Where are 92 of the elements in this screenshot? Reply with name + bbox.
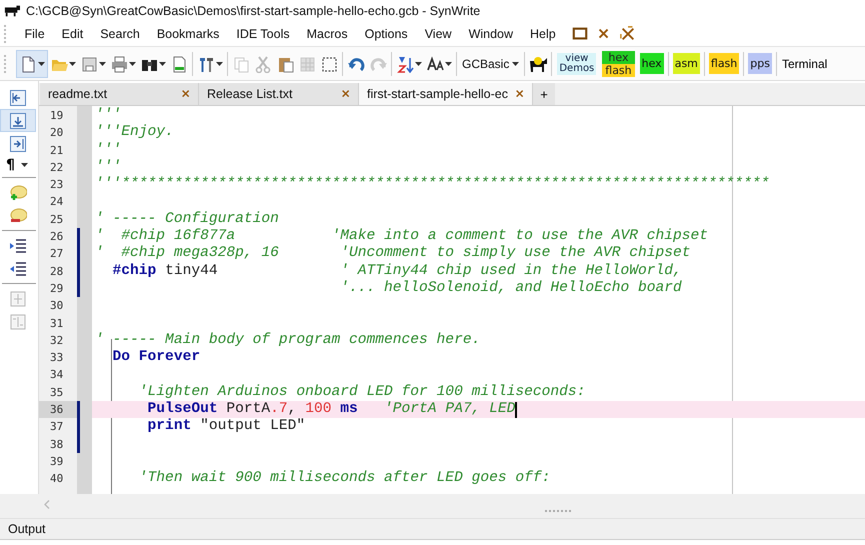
close-all-icon[interactable] [620, 26, 636, 42]
code-line: Do Forever [112, 349, 200, 366]
line-number: 37 [49, 419, 64, 436]
printer-icon[interactable] [110, 54, 128, 72]
toolbar-button[interactable]: asm [672, 53, 700, 74]
code-line: ''' [95, 107, 122, 124]
panel-title: Output [8, 522, 46, 536]
line-number: 29 [49, 280, 64, 297]
code-line: #chip tiny44 ' ATTiny44 chip used in the HelloWorld, [112, 262, 682, 280]
line-number: 35 [49, 384, 64, 401]
document-tab[interactable]: readme.txt [40, 83, 199, 105]
line-number: 32 [49, 332, 64, 349]
text-cursor [515, 402, 518, 418]
menu-item[interactable]: Window [460, 27, 522, 41]
restore-window-icon[interactable] [572, 26, 588, 42]
code-line: ' #chip mega328p, 16 'Uncomment to simply use the AVR chipset [95, 245, 691, 263]
close-tab-icon[interactable] [340, 88, 352, 100]
language-dropdown[interactable]: GCBasic [459, 56, 522, 70]
line-number: 19 [49, 108, 64, 124]
code-line: 'Lighten Arduinos onboard LED for 100 milliseconds: [138, 384, 586, 401]
document-tab[interactable]: Release List.txt [199, 83, 359, 105]
line-number: 24 [49, 194, 64, 210]
dropdown-caret-icon[interactable] [99, 62, 106, 66]
dropdown-caret-icon[interactable] [38, 62, 45, 66]
toolbar-button[interactable]: hex [640, 53, 664, 74]
new-tab-button[interactable]: + [533, 83, 556, 105]
line-number: 20 [49, 125, 64, 142]
code-line: ''' [95, 142, 122, 159]
selection-icon[interactable] [320, 54, 338, 72]
code-line: 'Then wait 900 milliseconds after LED goes off: [138, 470, 550, 488]
dropdown-caret-icon[interactable] [159, 62, 166, 66]
code-line: PulseOut PortA.7, 100 ms 'PortA PA7, LED [146, 401, 516, 418]
indent-icon[interactable] [9, 236, 27, 254]
code-line: '''************************************************************************** [95, 176, 770, 194]
code-line: ' #chip 16f877a 'Make into a comment to use the AVR chipset [95, 228, 708, 245]
toolbar-button[interactable]: flash [708, 53, 740, 74]
line-number: 21 [49, 142, 64, 159]
line-number: 34 [49, 367, 64, 384]
line-number: 40 [49, 471, 64, 488]
fold-left-icon[interactable] [9, 88, 27, 106]
code-line: '''Enjoy. [95, 124, 174, 142]
horizontal-scrollbar[interactable] [0, 494, 865, 514]
dropdown-caret-icon[interactable] [216, 62, 223, 66]
dropdown-caret-icon[interactable] [445, 62, 452, 66]
document-tab[interactable]: first-start-sample-hello-ec [359, 83, 534, 105]
code-line: ' ----- Main body of program commences here. [95, 332, 480, 350]
menu-item[interactable]: Help [522, 27, 564, 41]
window-title: C:\GCB@Syn\GreatCowBasic\Demos\first-start-sample-hello-echo.gcb - SynWrite [26, 4, 480, 18]
dropdown-caret-icon[interactable] [129, 62, 136, 66]
line-number: 25 [49, 212, 64, 228]
line-number: 39 [49, 454, 64, 470]
menu-item[interactable]: Macros [298, 27, 356, 41]
dropdown-caret-icon[interactable] [69, 62, 76, 66]
code-line: ''' [95, 158, 122, 176]
menu-item[interactable]: Options [356, 27, 416, 41]
cow-icon [3, 3, 21, 19]
sort-icon[interactable] [396, 54, 414, 72]
outdent-icon[interactable] [9, 260, 27, 278]
toolbar-button[interactable]: pps [748, 53, 772, 74]
menu-item[interactable]: Bookmarks [148, 27, 228, 41]
splitter-grip[interactable] [544, 510, 570, 513]
dropdown-caret-icon[interactable] [415, 62, 422, 66]
menu-item[interactable]: View [416, 27, 460, 41]
dropdown-caret-icon[interactable] [20, 162, 28, 166]
paragraph-button[interactable]: ¶ [0, 155, 34, 174]
code-line: ' ----- Configuration [95, 210, 279, 228]
line-number: 22 [49, 160, 64, 176]
hex-flash-button[interactable]: hex flash [602, 50, 635, 76]
line-number: 33 [49, 350, 64, 366]
line-number: 26 [49, 229, 64, 246]
font-size-icon[interactable] [426, 54, 444, 72]
fold-right-icon[interactable] [9, 134, 27, 152]
fold-down-icon[interactable] [9, 112, 27, 130]
line-number: 31 [49, 316, 64, 332]
line-number: 30 [49, 298, 64, 314]
add-comment-icon[interactable] [9, 184, 27, 202]
code-line: print "output LED" [146, 418, 306, 436]
menu-item[interactable]: IDE Tools [228, 27, 298, 41]
menu-item[interactable]: File [16, 27, 54, 41]
line-number: 38 [49, 436, 64, 453]
line-number: 28 [49, 264, 64, 280]
close-tab-icon[interactable] [180, 88, 192, 100]
line-number: 36 [39, 401, 77, 418]
line-number: 27 [49, 246, 64, 262]
line-number: 23 [49, 177, 64, 194]
terminal-button[interactable]: Terminal [778, 56, 830, 70]
dropdown-caret-icon[interactable] [512, 62, 520, 66]
menu-item[interactable]: Search [92, 27, 148, 41]
remove-comment-icon[interactable] [9, 206, 27, 224]
code-line: '... helloSolenoid, and HelloEcho board [339, 280, 682, 298]
view-demos-button[interactable]: view Demos [557, 52, 596, 74]
menu-item[interactable]: Edit [53, 27, 92, 41]
